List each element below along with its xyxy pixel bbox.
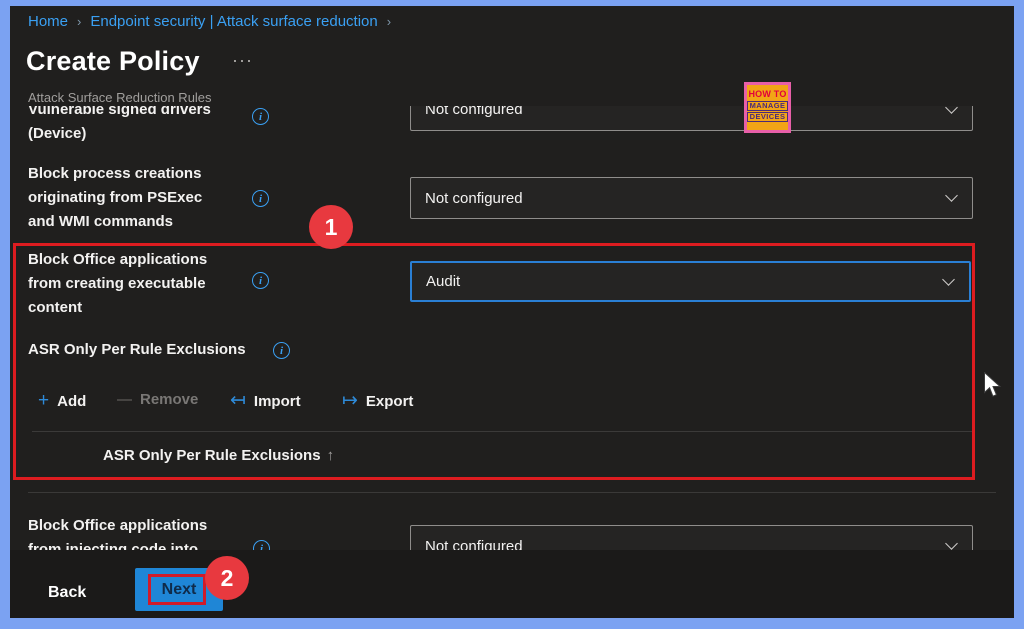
breadcrumb-section-link[interactable]: Endpoint security | Attack surface reduc…: [90, 13, 377, 30]
chevron-down-icon: [945, 189, 958, 202]
setting-label-vulnerable-drivers: Vulnerable signed drivers (Device): [28, 106, 211, 146]
remove-button: — Remove: [117, 391, 198, 408]
divider: [28, 492, 996, 493]
import-button-label: Import: [254, 393, 301, 410]
chevron-down-icon: [942, 273, 955, 286]
import-button[interactable]: ↤ Import: [230, 391, 301, 411]
page-subtitle: Attack Surface Reduction Rules: [28, 90, 212, 105]
logo-inner: HOW TO MANAGE DEVICES: [747, 85, 788, 130]
add-button[interactable]: + Add: [38, 391, 86, 411]
footer-bar: Back Next 2: [10, 550, 1014, 618]
logo-text: HOW TO: [748, 89, 786, 99]
export-button-label: Export: [366, 393, 414, 410]
sort-ascending-icon: ↑: [327, 447, 335, 464]
setting-label-office-executable: Block Office applications from creating …: [28, 248, 207, 320]
info-icon[interactable]: i: [253, 540, 270, 550]
breadcrumb-chevron-icon: ›: [387, 14, 391, 29]
page-title: Create Policy: [26, 46, 200, 77]
breadcrumb-home-link[interactable]: Home: [28, 13, 68, 30]
dropdown-value: Audit: [426, 273, 460, 290]
app-window: Home › Endpoint security | Attack surfac…: [10, 6, 1014, 618]
export-arrow-icon: ↦: [342, 391, 358, 411]
info-icon[interactable]: i: [252, 272, 269, 289]
annotation-step-2: 2: [205, 556, 249, 600]
chevron-down-icon: [945, 537, 958, 550]
dropdown-office-inject[interactable]: Not configured: [410, 525, 973, 550]
dropdown-value: Not configured: [425, 190, 523, 207]
setting-label-asr-exclusions: ASR Only Per Rule Exclusions: [28, 338, 246, 362]
minus-icon: —: [117, 391, 132, 408]
more-options-icon[interactable]: ···: [232, 50, 253, 71]
divider: [32, 431, 972, 432]
exclusions-column-header[interactable]: ASR Only Per Rule Exclusions ↑: [103, 447, 334, 464]
logo-text: MANAGE: [747, 101, 788, 111]
breadcrumb-chevron-icon: ›: [77, 14, 81, 29]
dropdown-value: Not configured: [425, 106, 523, 118]
breadcrumb: Home › Endpoint security | Attack surfac…: [28, 13, 391, 30]
exclusions-column-title: ASR Only Per Rule Exclusions: [103, 447, 321, 464]
logo-text: DEVICES: [747, 112, 788, 122]
import-arrow-icon: ↤: [230, 391, 246, 411]
dropdown-psexec-wmi[interactable]: Not configured: [410, 177, 973, 219]
dropdown-vulnerable-drivers[interactable]: Not configured: [410, 106, 973, 131]
annotation-step-1: 1: [309, 205, 353, 249]
info-icon[interactable]: i: [252, 190, 269, 207]
info-icon[interactable]: i: [252, 108, 269, 125]
export-button[interactable]: ↦ Export: [342, 391, 413, 411]
setting-label-office-inject: Block Office applications from injecting…: [28, 514, 207, 550]
settings-scroll-area[interactable]: Vulnerable signed drivers (Device) i Not…: [10, 106, 1014, 550]
add-button-label: Add: [57, 393, 86, 410]
back-button[interactable]: Back: [48, 584, 86, 602]
dropdown-office-executable[interactable]: Audit: [410, 261, 971, 302]
howtomanagedevices-logo: HOW TO MANAGE DEVICES: [744, 82, 791, 133]
setting-label-psexec-wmi: Block process creations originating from…: [28, 162, 202, 234]
remove-button-label: Remove: [140, 391, 198, 408]
plus-icon: +: [38, 391, 49, 411]
dropdown-value: Not configured: [425, 538, 523, 551]
info-icon[interactable]: i: [273, 342, 290, 359]
chevron-down-icon: [945, 106, 958, 113]
